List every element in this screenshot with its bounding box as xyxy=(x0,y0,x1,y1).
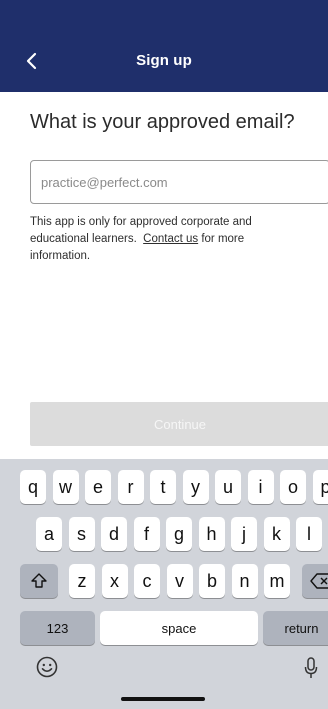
microphone-icon xyxy=(304,657,318,678)
key-c[interactable]: c xyxy=(134,564,160,598)
key-b[interactable]: b xyxy=(199,564,225,598)
key-y[interactable]: y xyxy=(182,470,209,504)
space-key[interactable]: space xyxy=(100,611,258,645)
key-v[interactable]: v xyxy=(166,564,193,598)
key-m[interactable]: m xyxy=(264,564,290,598)
key-i[interactable]: i xyxy=(247,470,274,504)
key-l[interactable]: l xyxy=(296,517,322,551)
key-x[interactable]: x xyxy=(101,564,128,598)
shift-key[interactable] xyxy=(20,564,58,598)
emoji-key[interactable] xyxy=(36,656,58,683)
key-f[interactable]: f xyxy=(133,517,160,551)
key-k[interactable]: k xyxy=(263,517,290,551)
email-field[interactable] xyxy=(30,160,328,204)
key-d[interactable]: d xyxy=(101,517,127,551)
key-n[interactable]: n xyxy=(231,564,258,598)
delete-icon xyxy=(310,573,328,589)
key-w[interactable]: w xyxy=(52,470,79,504)
key-z[interactable]: z xyxy=(69,564,95,598)
key-h[interactable]: h xyxy=(198,517,225,551)
key-p[interactable]: p xyxy=(312,470,328,504)
key-q[interactable]: q xyxy=(20,470,46,504)
delete-key[interactable] xyxy=(302,564,328,598)
key-j[interactable]: j xyxy=(231,517,257,551)
key-r[interactable]: r xyxy=(117,470,144,504)
shift-icon xyxy=(31,573,47,588)
key-e[interactable]: e xyxy=(85,470,111,504)
key-o[interactable]: o xyxy=(280,470,306,504)
nav-header: Sign up xyxy=(0,0,328,92)
key-t[interactable]: t xyxy=(150,470,176,504)
email-question-heading: What is your approved email? xyxy=(30,111,295,133)
page-title: Sign up xyxy=(136,52,192,69)
key-g[interactable]: g xyxy=(166,517,192,551)
key-s[interactable]: s xyxy=(68,517,95,551)
home-indicator xyxy=(121,697,205,701)
help-text: This app is only for approved corporate … xyxy=(30,214,302,265)
key-a[interactable]: a xyxy=(36,517,62,551)
dictation-key[interactable] xyxy=(303,656,319,685)
return-key[interactable]: return xyxy=(263,611,328,645)
emoji-icon xyxy=(36,656,58,678)
contact-us-link[interactable]: Contact us xyxy=(143,233,198,245)
key-u[interactable]: u xyxy=(215,470,241,504)
numbers-key[interactable]: 123 xyxy=(20,611,95,645)
continue-button[interactable]: Continue xyxy=(30,402,328,446)
